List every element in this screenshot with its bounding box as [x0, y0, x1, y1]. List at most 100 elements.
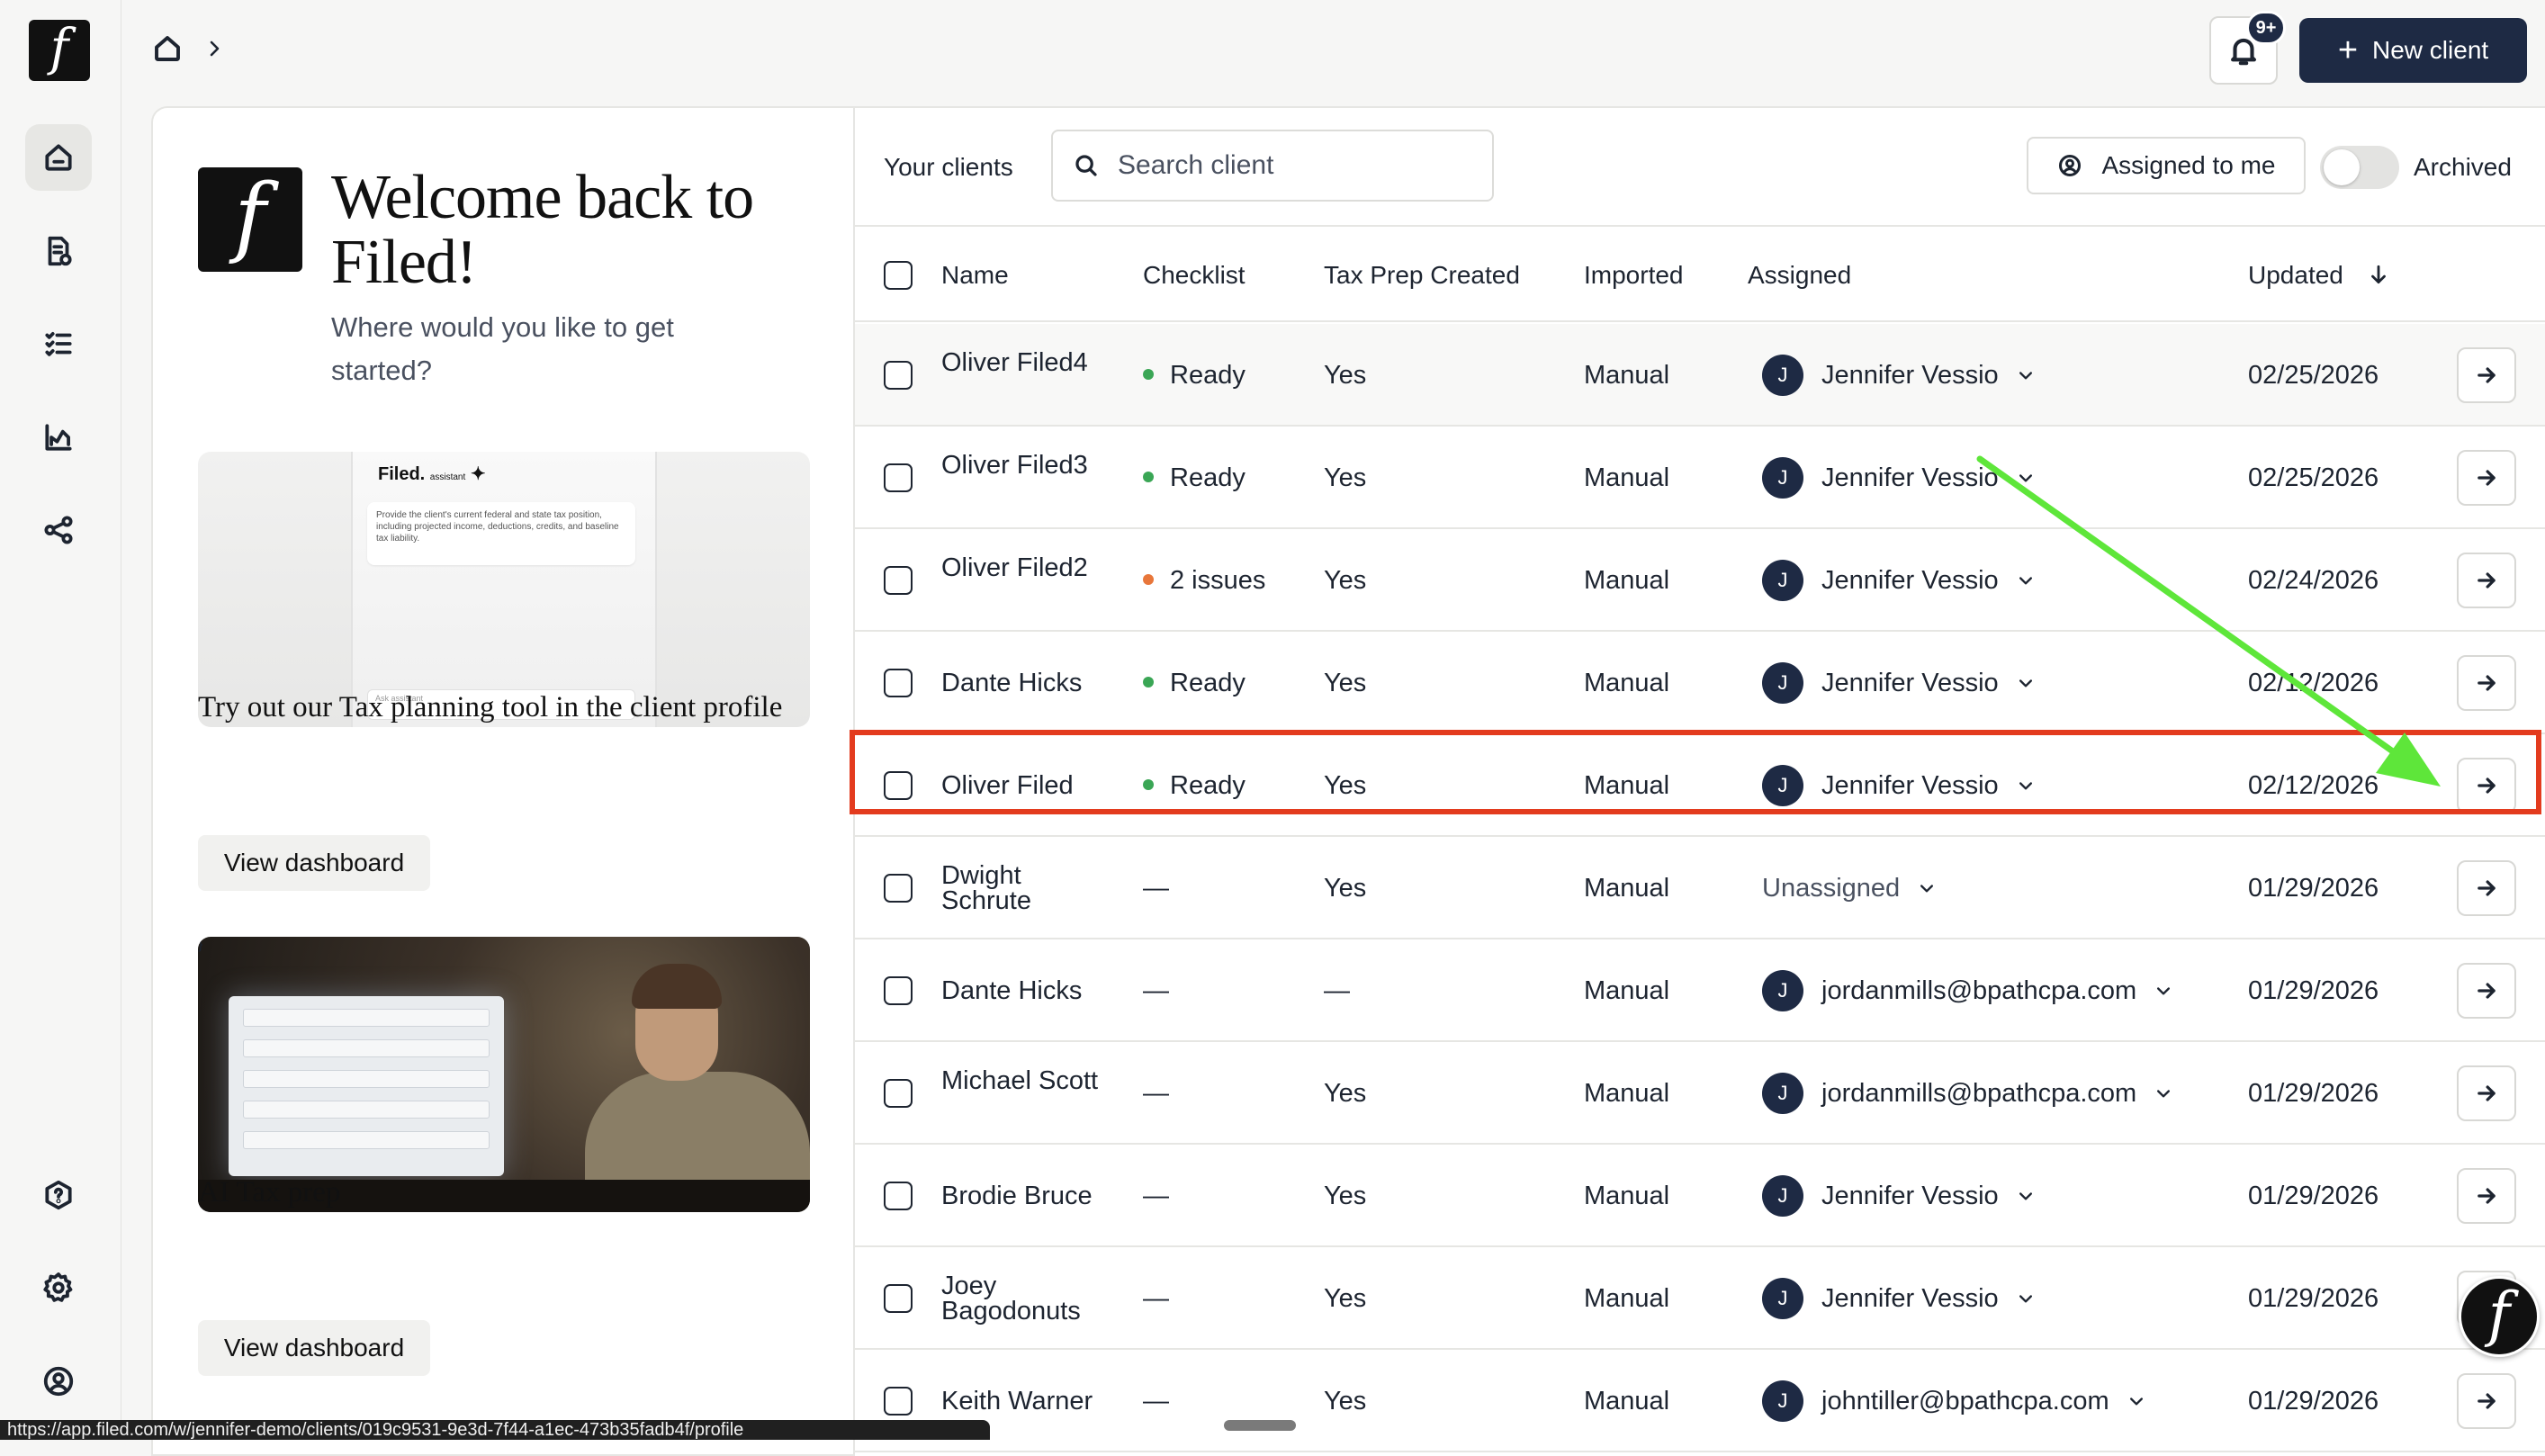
home-icon	[155, 36, 180, 61]
view-dashboard-button[interactable]: View dashboard	[198, 1320, 430, 1376]
tax-prep-created: Yes	[1324, 874, 1367, 903]
assignee-dropdown[interactable]: Jennifer Vessio	[1821, 1286, 2035, 1312]
assignee-dropdown[interactable]: jordanmills@bpathcpa.com	[1821, 978, 2172, 1004]
arrow-right-icon	[2478, 777, 2496, 794]
row-checkbox[interactable]	[884, 976, 913, 1005]
nav-account-button[interactable]	[25, 1348, 92, 1415]
assignee-dropdown[interactable]: Jennifer Vessio	[1821, 670, 2035, 697]
open-client-button[interactable]	[2457, 1065, 2516, 1121]
row-checkbox[interactable]	[884, 1182, 913, 1210]
home-icon	[45, 144, 72, 171]
row-checkbox[interactable]	[884, 1387, 913, 1416]
avatar: J	[1762, 355, 1803, 396]
row-checkbox[interactable]	[884, 566, 913, 595]
view-dashboard-button[interactable]: View dashboard	[198, 835, 430, 891]
table-row[interactable]: Oliver Filed Ready Yes Manual J Jennifer Vess…	[855, 734, 2545, 837]
ai-tax-prep-image: }	[198, 937, 810, 1212]
column-imported[interactable]: Imported	[1584, 261, 1684, 290]
assignee-dropdown[interactable]: Jennifer Vessio	[1821, 465, 2035, 491]
archived-toggle[interactable]	[2320, 146, 2399, 189]
client-name[interactable]: Dante Hicks	[941, 670, 1103, 697]
row-checkbox[interactable]	[884, 874, 913, 903]
client-name[interactable]: Oliver Filed4	[941, 350, 1103, 376]
updated-date: 02/25/2026	[2248, 463, 2379, 492]
filed-logo[interactable]: f	[29, 20, 90, 81]
row-checkbox[interactable]	[884, 1079, 913, 1108]
status-bar-url: https://app.filed.com/w/jennifer-demo/cl…	[0, 1420, 990, 1440]
assignee-dropdown[interactable]: johntiller@bpathcpa.com	[1821, 1389, 2145, 1415]
open-client-button[interactable]	[2457, 553, 2516, 608]
open-client-button[interactable]	[2457, 963, 2516, 1019]
nav-home-button[interactable]	[25, 124, 92, 191]
assignee-dropdown[interactable]: Jennifer Vessio	[1821, 1183, 2035, 1209]
open-client-button[interactable]	[2457, 655, 2516, 711]
assigned-to-me-label: Assigned to me	[2101, 151, 2276, 179]
avatar: J	[1762, 765, 1803, 806]
plus-icon: +	[2337, 31, 2359, 69]
nav-help-button[interactable]	[25, 1162, 92, 1228]
open-client-button[interactable]	[2457, 860, 2516, 916]
account-icon	[43, 1366, 74, 1397]
open-client-button[interactable]	[2457, 450, 2516, 506]
search-client-field[interactable]	[1051, 130, 1494, 202]
column-tax-prep-created[interactable]: Tax Prep Created	[1324, 261, 1520, 290]
assignee-dropdown[interactable]: jordanmills@bpathcpa.com	[1821, 1081, 2172, 1107]
table-row[interactable]: Oliver Filed3 Ready Yes Manual J Jennifer Ves…	[855, 427, 2545, 529]
client-name[interactable]: Keith Warner	[941, 1389, 1103, 1415]
row-checkbox[interactable]	[884, 771, 913, 800]
table-row[interactable]: Joey Bagodonuts — Yes Manual J Jennifer Vessi…	[855, 1247, 2545, 1350]
table-row[interactable]: Keith Warner — Yes Manual Jjohntiller@bpathc…	[855, 1350, 2545, 1452]
nav-reports-button[interactable]	[25, 404, 92, 471]
assignee-dropdown[interactable]: Jennifer Vessio	[1821, 363, 2035, 389]
open-client-button[interactable]	[2457, 1373, 2516, 1429]
assignee-dropdown[interactable]: Unassigned	[1762, 876, 1936, 902]
imported-value: Manual	[1584, 976, 1670, 1005]
avatar: J	[1762, 1175, 1803, 1217]
breadcrumb-home[interactable]	[151, 32, 184, 65]
new-client-button[interactable]: + New client	[2299, 18, 2527, 83]
assignee-dropdown[interactable]: Jennifer Vessio	[1821, 773, 2035, 799]
updated-date: 01/29/2026	[2248, 1284, 2379, 1313]
side-rail: f	[0, 0, 121, 1440]
row-checkbox[interactable]	[884, 361, 913, 390]
open-client-button[interactable]	[2457, 758, 2516, 813]
row-checkbox[interactable]	[884, 463, 913, 492]
arrow-right-icon	[2478, 572, 2496, 589]
scroll-handle[interactable]	[1224, 1420, 1296, 1431]
table-row[interactable]: Dante Hicks Ready Yes Manual J Jennifer Vessi…	[855, 632, 2545, 734]
table-row[interactable]: Dwight Schrute — Yes Manual Unassigned 01/29/…	[855, 837, 2545, 939]
row-checkbox[interactable]	[884, 1284, 913, 1313]
client-name[interactable]: Oliver Filed	[941, 773, 1103, 799]
imported-value: Manual	[1584, 1182, 1670, 1210]
column-name[interactable]: Name	[941, 261, 1009, 290]
column-assigned[interactable]: Assigned	[1748, 261, 1851, 290]
row-checkbox[interactable]	[884, 669, 913, 697]
column-checklist[interactable]: Checklist	[1143, 261, 1246, 290]
assignee-dropdown[interactable]: Jennifer Vessio	[1821, 568, 2035, 594]
open-client-button[interactable]	[2457, 347, 2516, 403]
select-all-checkbox[interactable]	[884, 261, 913, 290]
assigned-to-me-button[interactable]: Assigned to me	[2027, 137, 2306, 194]
welcome-panel: f Welcome back to Filed! Where would you…	[151, 106, 853, 1456]
search-input[interactable]	[1116, 149, 1476, 182]
client-name[interactable]: Oliver Filed3	[941, 453, 1103, 479]
table-row[interactable]: Dante Hicks — — Manual Jjordanmills@bpathcpa…	[855, 939, 2545, 1042]
client-name[interactable]: Brodie Bruce	[941, 1183, 1103, 1209]
table-row[interactable]: Oliver Filed4 Ready Yes Manual J Jennifer Ves…	[855, 324, 2545, 427]
table-row[interactable]: Oliver Filed2 2 issues Yes Manual J Jennifer …	[855, 529, 2545, 632]
assistant-fab[interactable]: f	[2459, 1276, 2540, 1357]
nav-settings-button[interactable]	[25, 1254, 92, 1321]
clients-panel: Your clients Assigned to me Archived Nam…	[853, 106, 2545, 1456]
column-updated[interactable]: Updated	[2248, 261, 2390, 290]
nav-checklist-button[interactable]	[25, 310, 92, 377]
client-name[interactable]: Joey Bagodonuts	[941, 1273, 1103, 1325]
nav-integrations-button[interactable]	[25, 497, 92, 563]
client-name[interactable]: Michael Scott	[941, 1068, 1103, 1094]
table-row[interactable]: Michael Scott — Yes Manual Jjordanmills@bpat…	[855, 1042, 2545, 1145]
client-name[interactable]: Oliver Filed2	[941, 555, 1103, 581]
client-name[interactable]: Dwight Schrute	[941, 863, 1103, 914]
table-row[interactable]: Brodie Bruce — Yes Manual J Jennifer Vessio 01…	[855, 1145, 2545, 1247]
client-name[interactable]: Dante Hicks	[941, 978, 1103, 1004]
open-client-button[interactable]	[2457, 1168, 2516, 1224]
nav-documents-button[interactable]	[25, 218, 92, 284]
